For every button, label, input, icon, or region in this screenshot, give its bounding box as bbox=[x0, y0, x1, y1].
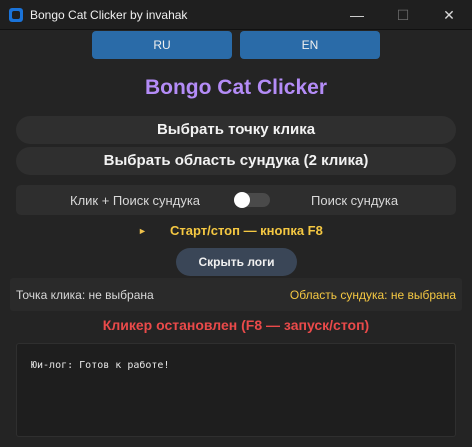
language-en-button[interactable]: EN bbox=[240, 31, 380, 59]
main-panel: RU EN Bongo Cat Clicker Выбрать точку кл… bbox=[0, 30, 472, 447]
mode-click-and-search-label: Клик + Поиск сундука bbox=[70, 193, 201, 208]
log-line: Юи-лог: Готов к работе! bbox=[31, 360, 170, 371]
close-button[interactable]: ✕ bbox=[426, 0, 472, 30]
play-arrow-icon: ► bbox=[138, 226, 147, 236]
clicker-state-text: Кликер остановлен (F8 — запуск/стоп) bbox=[102, 317, 370, 333]
mode-search-only-label: Поиск сундука bbox=[311, 193, 399, 208]
language-ru-button[interactable]: RU bbox=[92, 31, 232, 59]
minimize-button[interactable]: — bbox=[334, 0, 380, 30]
window-title: Bongo Cat Clicker by invahak bbox=[30, 8, 188, 22]
toggle-knob bbox=[234, 192, 250, 208]
log-panel[interactable]: Юи-лог: Готов к работе! bbox=[16, 343, 456, 437]
chest-area-status: Область сундука: не выбрана bbox=[289, 288, 456, 302]
maximize-button[interactable]: ☐ bbox=[380, 0, 426, 30]
title-bar: Bongo Cat Clicker by invahak — ☐ ✕ bbox=[0, 0, 472, 30]
select-chest-area-button[interactable]: Выбрать область сундука (2 клика) bbox=[16, 147, 456, 175]
hide-logs-button[interactable]: Скрыть логи bbox=[176, 248, 297, 276]
app-icon bbox=[9, 8, 23, 22]
mode-toggle-row: Клик + Поиск сундука Поиск сундука bbox=[16, 185, 456, 215]
app-title: Bongo Cat Clicker bbox=[144, 76, 328, 99]
hotkey-hint: Старт/стоп — кнопка F8 bbox=[170, 223, 323, 238]
click-point-status: Точка клика: не выбрана bbox=[16, 288, 154, 302]
select-click-point-button[interactable]: Выбрать точку клика bbox=[16, 116, 456, 144]
mode-toggle-switch[interactable] bbox=[234, 192, 270, 208]
status-bar: Точка клика: не выбрана Область сундука:… bbox=[10, 278, 462, 311]
